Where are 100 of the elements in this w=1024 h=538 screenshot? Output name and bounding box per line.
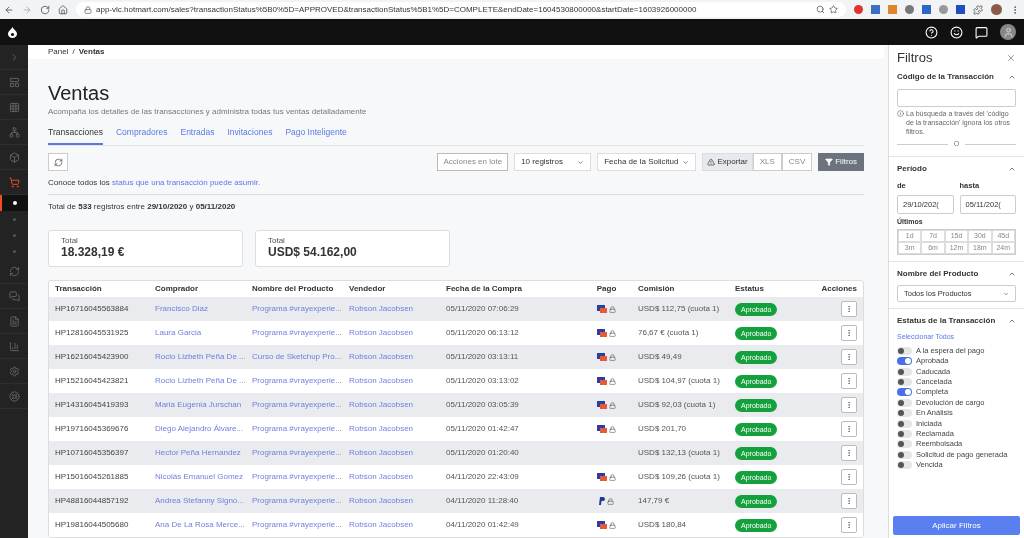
star-icon[interactable] [829,5,838,14]
export-button[interactable]: Exportar [702,153,753,171]
toggle-switch[interactable] [897,346,912,355]
actions-button[interactable] [841,397,857,413]
document-icon[interactable] [8,315,20,327]
buyer-link[interactable]: Francisco Diaz [155,303,252,315]
toggle-switch[interactable] [897,419,912,428]
tab[interactable]: Pago Inteligente [285,126,347,145]
buyer-link[interactable]: Diego Alejandro Álvare... [155,423,252,435]
forward-icon[interactable] [22,4,32,15]
settings-icon[interactable] [8,365,20,377]
messages-icon[interactable] [975,25,988,39]
code-input[interactable] [897,89,1016,107]
breadcrumb-item[interactable]: Panel [48,46,69,59]
back-icon[interactable] [4,4,14,15]
network-icon[interactable] [8,126,20,138]
buyer-link[interactable]: Rocio Lizbeth Peña De ... [155,351,252,363]
grid-icon[interactable] [8,101,20,113]
toggle-switch[interactable] [897,367,912,376]
product-link[interactable]: Programa #vrayexperie... [252,471,349,483]
seller-link[interactable]: Robson Jacobsen [349,471,446,483]
buyer-link[interactable]: Rocio Lizbeth Peña De ... [155,375,252,387]
toggle-switch[interactable] [897,461,912,470]
seller-link[interactable]: Robson Jacobsen [349,351,446,363]
refresh-button[interactable] [48,153,68,171]
actions-button[interactable] [841,325,857,341]
reload-icon[interactable] [40,4,50,15]
page-size-select[interactable]: 10 registros [514,153,592,171]
seller-link[interactable]: Robson Jacobsen [349,423,446,435]
tab[interactable]: Transacciones [48,126,103,145]
actions-button[interactable] [841,301,857,317]
actions-button[interactable] [841,517,857,533]
product-link[interactable]: Programa #vrayexperie... [252,399,349,411]
actions-button[interactable] [841,445,857,461]
actions-button[interactable] [841,469,857,485]
format-button[interactable]: XLS [752,153,782,171]
seller-link[interactable]: Robson Jacobsen [349,495,446,507]
avatar[interactable] [991,4,1002,15]
product-link[interactable]: Programa #vrayexperie... [252,447,349,459]
toggle-switch[interactable] [897,409,912,418]
buyer-link[interactable]: Hector Peña Hernandez [155,447,252,459]
summary-text: Total de 533 registros entre 29/10/2020 y 05/11/2020 [48,201,237,213]
actions-button[interactable] [841,373,857,389]
kebab-icon [845,473,853,481]
seller-link[interactable]: Robson Jacobsen [349,303,446,315]
address-bar[interactable]: app-vlc.hotmart.com/sales?transactionStatus%5B0%5D=APPROVED&transactionStatus%5B1%5D=COMPLETE&endDate=1604530800000&startDate=1603926000000 [76,2,846,17]
toggle-switch[interactable] [897,398,912,407]
apply-filters-button[interactable]: Aplicar Filtros [893,516,1020,535]
logo-flame-icon[interactable] [8,26,17,38]
toggle-switch[interactable] [897,357,912,366]
community-icon[interactable] [950,25,963,39]
batch-actions-button[interactable]: Acciones en lote [437,153,509,171]
panel-icon[interactable] [8,76,20,88]
toggle-switch[interactable] [897,440,912,449]
column-header: Nombre del Producto [252,283,335,295]
seller-link[interactable]: Robson Jacobsen [349,399,446,411]
home-icon[interactable] [58,4,68,15]
product-link[interactable]: Programa #vrayexperie... [252,423,349,435]
product-link[interactable]: Programa #vrayexperie... [252,327,349,339]
product-link[interactable]: Programa #vrayexperie... [252,495,349,507]
toggle-switch[interactable] [897,450,912,459]
tab[interactable]: Entradas [180,126,215,145]
help-icon[interactable] [925,25,938,39]
actions-button[interactable] [841,421,857,437]
sort-select[interactable]: Fecha de la Solicitud [597,153,697,171]
buyer-link[interactable]: Nicolás Emanuel Gomez [155,471,252,483]
chart-icon[interactable] [8,340,20,352]
seller-link[interactable]: Robson Jacobsen [349,327,446,339]
buyer-link[interactable]: Laura Garcia [155,327,252,339]
product-link[interactable]: Programa #vrayexperie... [252,375,349,387]
toggle-switch[interactable] [897,388,912,397]
seller-link[interactable]: Robson Jacobsen [349,519,446,531]
product-link[interactable]: Programa #vrayexperie... [252,519,349,531]
seller-link[interactable]: Robson Jacobsen [349,447,446,459]
buyer-link[interactable]: Maria Eugenia Jurschan [155,399,252,411]
product-link[interactable]: Programa #vrayexperie... [252,303,349,315]
sync-icon[interactable] [8,265,20,277]
actions-button[interactable] [841,493,857,509]
filters-button[interactable]: Filtros [818,153,864,171]
cart-icon[interactable] [8,176,20,188]
tab[interactable]: Invitaciones [227,126,273,145]
actions-button[interactable] [841,349,857,365]
chat-icon[interactable] [8,290,20,302]
status-link[interactable]: status que una transacción puede asumir. [112,178,261,187]
toggle-switch[interactable] [897,430,912,438]
close-icon[interactable] [1006,53,1016,63]
puzzle-icon[interactable] [973,4,983,15]
lifebuoy-icon[interactable] [8,390,20,402]
user-avatar[interactable] [1000,24,1016,40]
cube-icon[interactable] [8,151,20,163]
product-link[interactable]: Curso de Sketchup Pro... [252,351,349,363]
format-button[interactable]: CSV [781,153,813,171]
buyer-link[interactable]: Ana De La Rosa Merce... [155,519,252,531]
column-header: Comprador [155,283,200,295]
collapse-icon[interactable] [1008,73,1016,81]
tab[interactable]: Compradores [115,126,168,145]
seller-link[interactable]: Robson Jacobsen [349,375,446,387]
zoom-icon[interactable] [816,5,825,14]
buyer-link[interactable]: Andrea Stefanny Signo... [155,495,252,507]
toggle-switch[interactable] [897,377,912,386]
